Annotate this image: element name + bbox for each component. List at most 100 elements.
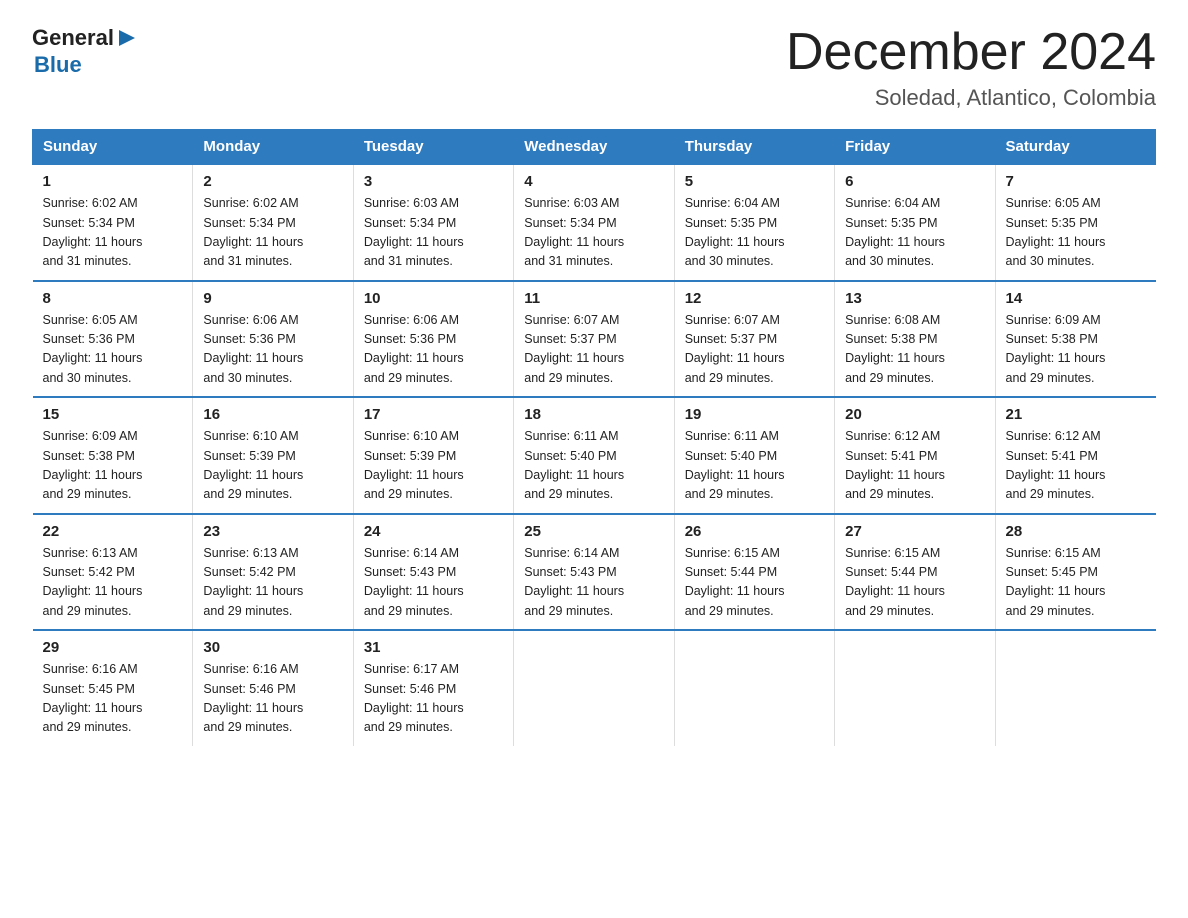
day-number: 8 bbox=[43, 290, 183, 307]
day-number: 22 bbox=[43, 523, 183, 540]
day-info: Sunrise: 6:09 AMSunset: 5:38 PMDaylight:… bbox=[43, 427, 183, 505]
calendar-cell bbox=[995, 630, 1155, 746]
day-number: 31 bbox=[364, 639, 503, 656]
logo: General Blue bbox=[32, 24, 137, 77]
day-number: 18 bbox=[524, 406, 663, 423]
day-info: Sunrise: 6:14 AMSunset: 5:43 PMDaylight:… bbox=[524, 544, 663, 622]
day-number: 4 bbox=[524, 173, 663, 190]
calendar-cell: 4 Sunrise: 6:03 AMSunset: 5:34 PMDaylight… bbox=[514, 164, 674, 281]
calendar-cell: 14Sunrise: 6:09 AMSunset: 5:38 PMDayligh… bbox=[995, 281, 1155, 398]
calendar-week-row: 8 Sunrise: 6:05 AMSunset: 5:36 PMDaylight… bbox=[33, 281, 1156, 398]
day-info: Sunrise: 6:10 AMSunset: 5:39 PMDaylight:… bbox=[364, 427, 503, 505]
day-number: 10 bbox=[364, 290, 503, 307]
day-number: 3 bbox=[364, 173, 503, 190]
day-number: 24 bbox=[364, 523, 503, 540]
day-info: Sunrise: 6:12 AMSunset: 5:41 PMDaylight:… bbox=[1006, 427, 1146, 505]
calendar-cell: 5Sunrise: 6:04 AMSunset: 5:35 PMDaylight… bbox=[674, 164, 834, 281]
day-number: 5 bbox=[685, 173, 824, 190]
day-info: Sunrise: 6:17 AMSunset: 5:46 PMDaylight:… bbox=[364, 660, 503, 738]
logo-general-text: General bbox=[32, 26, 114, 50]
day-info: Sunrise: 6:15 AMSunset: 5:45 PMDaylight:… bbox=[1006, 544, 1146, 622]
col-header-saturday: Saturday bbox=[995, 130, 1155, 165]
calendar-cell: 27 Sunrise: 6:15 AMSunset: 5:44 PMDayligh… bbox=[835, 514, 995, 631]
calendar-cell: 11Sunrise: 6:07 AMSunset: 5:37 PMDayligh… bbox=[514, 281, 674, 398]
calendar-cell: 19 Sunrise: 6:11 AMSunset: 5:40 PMDayligh… bbox=[674, 397, 834, 514]
calendar-cell: 13 Sunrise: 6:08 AMSunset: 5:38 PMDayligh… bbox=[835, 281, 995, 398]
calendar-week-row: 22Sunrise: 6:13 AMSunset: 5:42 PMDayligh… bbox=[33, 514, 1156, 631]
calendar-cell: 6 Sunrise: 6:04 AMSunset: 5:35 PMDaylight… bbox=[835, 164, 995, 281]
calendar-cell: 9Sunrise: 6:06 AMSunset: 5:36 PMDaylight… bbox=[193, 281, 353, 398]
calendar-cell: 30 Sunrise: 6:16 AMSunset: 5:46 PMDayligh… bbox=[193, 630, 353, 746]
calendar-cell: 29 Sunrise: 6:16 AMSunset: 5:45 PMDayligh… bbox=[33, 630, 193, 746]
col-header-tuesday: Tuesday bbox=[353, 130, 513, 165]
day-number: 26 bbox=[685, 523, 824, 540]
day-number: 19 bbox=[685, 406, 824, 423]
calendar-cell: 22Sunrise: 6:13 AMSunset: 5:42 PMDayligh… bbox=[33, 514, 193, 631]
calendar-header-row: SundayMondayTuesdayWednesdayThursdayFrid… bbox=[33, 130, 1156, 165]
logo-blue-text: Blue bbox=[34, 53, 137, 77]
day-info: Sunrise: 6:05 AMSunset: 5:36 PMDaylight:… bbox=[43, 311, 183, 389]
day-info: Sunrise: 6:15 AMSunset: 5:44 PMDaylight:… bbox=[685, 544, 824, 622]
day-number: 25 bbox=[524, 523, 663, 540]
calendar-cell: 24 Sunrise: 6:14 AMSunset: 5:43 PMDayligh… bbox=[353, 514, 513, 631]
day-number: 15 bbox=[43, 406, 183, 423]
col-header-sunday: Sunday bbox=[33, 130, 193, 165]
day-info: Sunrise: 6:11 AMSunset: 5:40 PMDaylight:… bbox=[685, 427, 824, 505]
calendar-cell: 23Sunrise: 6:13 AMSunset: 5:42 PMDayligh… bbox=[193, 514, 353, 631]
col-header-wednesday: Wednesday bbox=[514, 130, 674, 165]
day-info: Sunrise: 6:03 AMSunset: 5:34 PMDaylight:… bbox=[364, 194, 503, 272]
day-info: Sunrise: 6:14 AMSunset: 5:43 PMDaylight:… bbox=[364, 544, 503, 622]
calendar-cell: 20Sunrise: 6:12 AMSunset: 5:41 PMDayligh… bbox=[835, 397, 995, 514]
calendar-week-row: 15 Sunrise: 6:09 AMSunset: 5:38 PMDayligh… bbox=[33, 397, 1156, 514]
col-header-thursday: Thursday bbox=[674, 130, 834, 165]
day-number: 17 bbox=[364, 406, 503, 423]
day-number: 6 bbox=[845, 173, 984, 190]
day-number: 11 bbox=[524, 290, 663, 307]
calendar-cell bbox=[674, 630, 834, 746]
day-number: 23 bbox=[203, 523, 342, 540]
calendar-cell: 18Sunrise: 6:11 AMSunset: 5:40 PMDayligh… bbox=[514, 397, 674, 514]
calendar-cell: 17 Sunrise: 6:10 AMSunset: 5:39 PMDayligh… bbox=[353, 397, 513, 514]
day-info: Sunrise: 6:06 AMSunset: 5:36 PMDaylight:… bbox=[364, 311, 503, 389]
day-number: 12 bbox=[685, 290, 824, 307]
day-info: Sunrise: 6:16 AMSunset: 5:46 PMDaylight:… bbox=[203, 660, 342, 738]
calendar-cell: 25 Sunrise: 6:14 AMSunset: 5:43 PMDayligh… bbox=[514, 514, 674, 631]
calendar-cell bbox=[514, 630, 674, 746]
calendar-table: SundayMondayTuesdayWednesdayThursdayFrid… bbox=[32, 129, 1156, 746]
calendar-cell bbox=[835, 630, 995, 746]
page-header: General Blue December 2024 Soledad, Atla… bbox=[32, 24, 1156, 111]
day-info: Sunrise: 6:04 AMSunset: 5:35 PMDaylight:… bbox=[845, 194, 984, 272]
title-block: December 2024 Soledad, Atlantico, Colomb… bbox=[786, 24, 1156, 111]
calendar-cell: 16 Sunrise: 6:10 AMSunset: 5:39 PMDayligh… bbox=[193, 397, 353, 514]
day-info: Sunrise: 6:03 AMSunset: 5:34 PMDaylight:… bbox=[524, 194, 663, 272]
day-info: Sunrise: 6:02 AMSunset: 5:34 PMDaylight:… bbox=[43, 194, 183, 272]
calendar-cell: 15 Sunrise: 6:09 AMSunset: 5:38 PMDayligh… bbox=[33, 397, 193, 514]
location-subtitle: Soledad, Atlantico, Colombia bbox=[786, 85, 1156, 111]
col-header-monday: Monday bbox=[193, 130, 353, 165]
day-number: 29 bbox=[43, 639, 183, 656]
day-info: Sunrise: 6:08 AMSunset: 5:38 PMDaylight:… bbox=[845, 311, 984, 389]
calendar-week-row: 29 Sunrise: 6:16 AMSunset: 5:45 PMDayligh… bbox=[33, 630, 1156, 746]
day-number: 13 bbox=[845, 290, 984, 307]
day-number: 1 bbox=[43, 173, 183, 190]
day-info: Sunrise: 6:06 AMSunset: 5:36 PMDaylight:… bbox=[203, 311, 342, 389]
day-number: 16 bbox=[203, 406, 342, 423]
calendar-cell: 7Sunrise: 6:05 AMSunset: 5:35 PMDaylight… bbox=[995, 164, 1155, 281]
calendar-cell: 2 Sunrise: 6:02 AMSunset: 5:34 PMDaylight… bbox=[193, 164, 353, 281]
day-info: Sunrise: 6:09 AMSunset: 5:38 PMDaylight:… bbox=[1006, 311, 1146, 389]
day-info: Sunrise: 6:05 AMSunset: 5:35 PMDaylight:… bbox=[1006, 194, 1146, 272]
calendar-cell: 31 Sunrise: 6:17 AMSunset: 5:46 PMDayligh… bbox=[353, 630, 513, 746]
calendar-cell: 1 Sunrise: 6:02 AMSunset: 5:34 PMDaylight… bbox=[33, 164, 193, 281]
day-number: 2 bbox=[203, 173, 342, 190]
calendar-cell: 3 Sunrise: 6:03 AMSunset: 5:34 PMDaylight… bbox=[353, 164, 513, 281]
day-info: Sunrise: 6:16 AMSunset: 5:45 PMDaylight:… bbox=[43, 660, 183, 738]
day-number: 30 bbox=[203, 639, 342, 656]
day-info: Sunrise: 6:10 AMSunset: 5:39 PMDaylight:… bbox=[203, 427, 342, 505]
day-number: 21 bbox=[1006, 406, 1146, 423]
day-info: Sunrise: 6:07 AMSunset: 5:37 PMDaylight:… bbox=[685, 311, 824, 389]
day-info: Sunrise: 6:15 AMSunset: 5:44 PMDaylight:… bbox=[845, 544, 984, 622]
day-info: Sunrise: 6:02 AMSunset: 5:34 PMDaylight:… bbox=[203, 194, 342, 272]
day-number: 27 bbox=[845, 523, 984, 540]
calendar-cell: 10 Sunrise: 6:06 AMSunset: 5:36 PMDayligh… bbox=[353, 281, 513, 398]
logo-arrow-icon bbox=[117, 28, 137, 53]
